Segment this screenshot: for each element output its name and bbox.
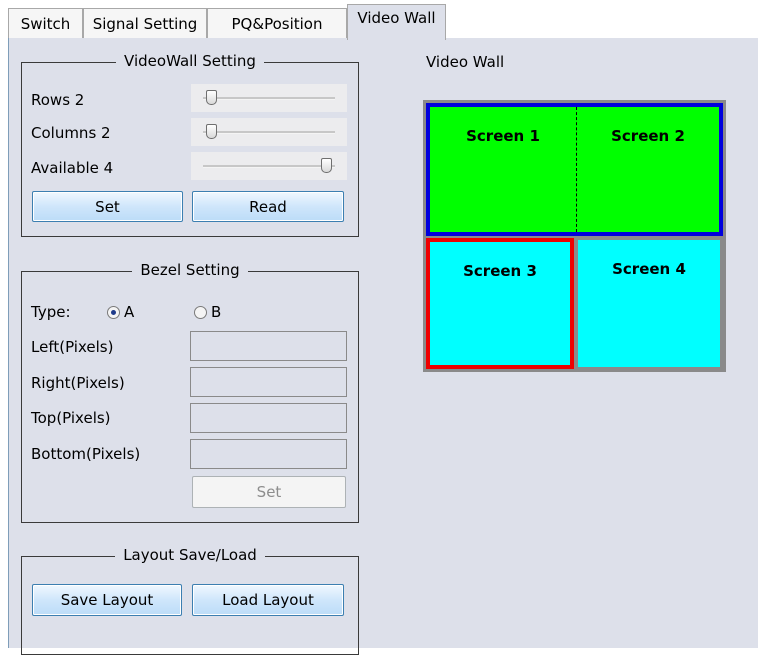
videowall-set-button[interactable]: Set: [32, 191, 183, 222]
merged-screen-group[interactable]: Screen 1 Screen 2: [426, 103, 723, 236]
load-layout-button[interactable]: Load Layout: [192, 584, 344, 616]
rows-slider[interactable]: [191, 84, 347, 112]
tab-video-wall[interactable]: Video Wall: [347, 4, 446, 40]
videowall-read-button[interactable]: Read: [192, 191, 344, 222]
bezel-setting-title: Bezel Setting: [22, 261, 358, 279]
tab-pq-position[interactable]: PQ&Position: [207, 8, 347, 38]
layout-save-load-group: Layout Save/Load Save Layout Load Layout: [21, 546, 359, 655]
available-slider[interactable]: [191, 152, 347, 180]
screen-4[interactable]: Screen 4: [578, 240, 720, 367]
bottom-pixels-field[interactable]: [190, 439, 347, 469]
bezel-type-a-label[interactable]: A: [124, 303, 134, 321]
right-pixels-field[interactable]: [190, 367, 347, 397]
tab-switch[interactable]: Switch: [8, 8, 83, 38]
screen-3[interactable]: Screen 3: [426, 238, 574, 369]
left-pixels-field[interactable]: [190, 331, 347, 361]
rows-label: Rows 2: [31, 91, 85, 109]
video-wall-panel: VideoWall Setting Rows 2 Columns 2 Avail…: [8, 38, 758, 655]
screen-1[interactable]: Screen 1: [430, 107, 576, 232]
available-label: Available 4: [31, 159, 114, 177]
available-slider-thumb[interactable]: [321, 158, 332, 173]
video-wall-preview: Screen 1 Screen 2 Screen 3 Screen 4: [423, 100, 726, 372]
top-pixels-label: Top(Pixels): [31, 409, 111, 427]
bezel-set-button[interactable]: Set: [192, 476, 346, 508]
videowall-setting-title: VideoWall Setting: [22, 52, 358, 70]
columns-slider-track: [203, 131, 335, 134]
bottom-pixels-label: Bottom(Pixels): [31, 445, 141, 463]
tab-signal-setting[interactable]: Signal Setting: [83, 8, 207, 38]
videowall-setting-group: VideoWall Setting Rows 2 Columns 2 Avail…: [21, 52, 359, 237]
columns-slider-thumb[interactable]: [206, 124, 217, 139]
left-pixels-label: Left(Pixels): [31, 338, 114, 356]
bezel-setting-group: Bezel Setting Type: A B Left(Pixels) Rig…: [21, 261, 359, 523]
video-wall-title: Video Wall: [426, 53, 505, 71]
rows-slider-thumb[interactable]: [206, 90, 217, 105]
columns-slider[interactable]: [191, 118, 347, 146]
tab-bar: Switch Signal Setting PQ&Position Video …: [8, 2, 758, 40]
bezel-type-b-radio[interactable]: [194, 306, 207, 319]
layout-save-load-title: Layout Save/Load: [22, 546, 358, 564]
bezel-type-b-label[interactable]: B: [211, 303, 221, 321]
right-pixels-label: Right(Pixels): [31, 374, 125, 392]
bezel-type-a-radio[interactable]: [107, 306, 120, 319]
rows-slider-track: [203, 97, 335, 100]
top-pixels-field[interactable]: [190, 403, 347, 433]
available-slider-track: [203, 165, 335, 168]
save-layout-button[interactable]: Save Layout: [32, 584, 182, 616]
screen-2[interactable]: Screen 2: [577, 107, 719, 232]
columns-label: Columns 2: [31, 124, 111, 142]
bezel-type-label: Type:: [31, 303, 71, 321]
